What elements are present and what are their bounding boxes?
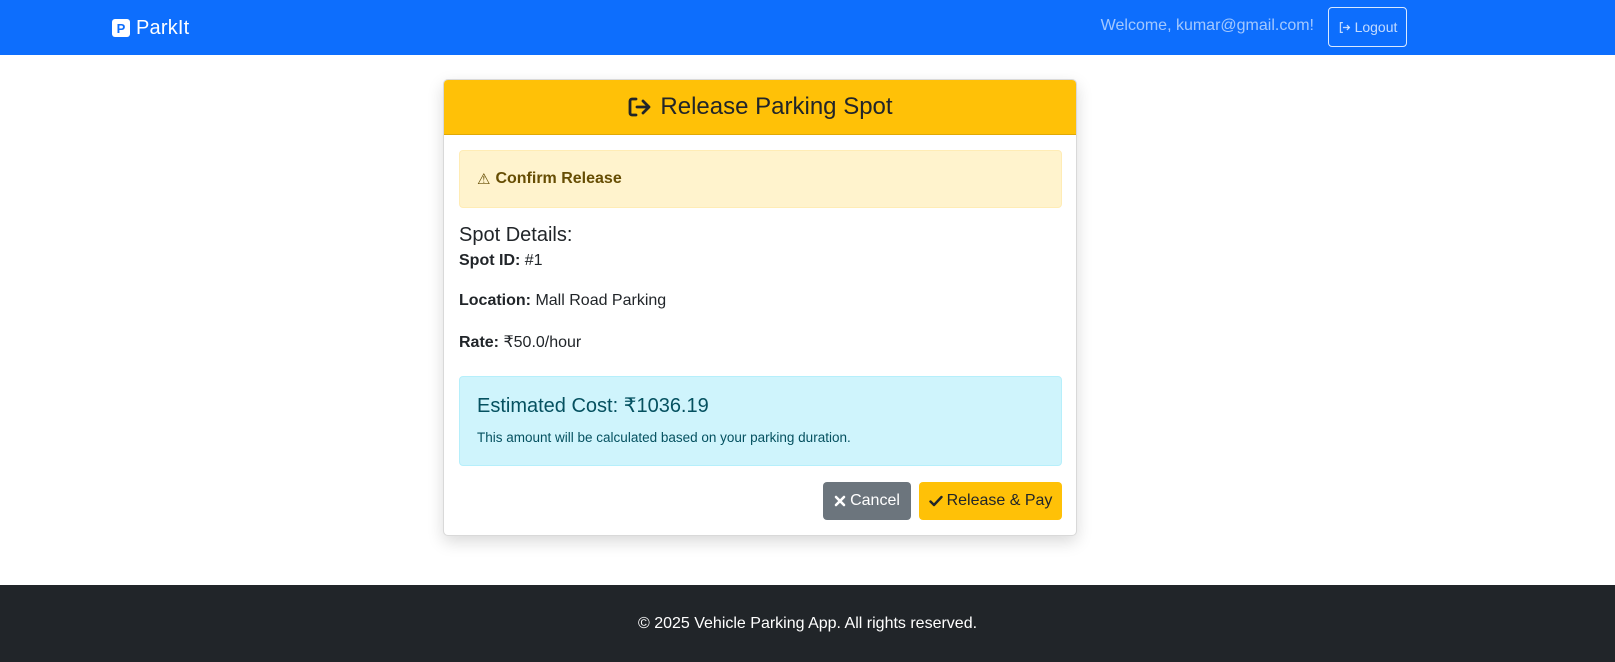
card-title: Release Parking Spot bbox=[660, 93, 893, 120]
cancel-label: Cancel bbox=[850, 492, 900, 509]
cost-note: This amount will be calculated based on … bbox=[477, 430, 851, 445]
release-pay-button[interactable]: Release & Pay bbox=[919, 482, 1062, 520]
confirm-alert-title: Confirm Release bbox=[495, 170, 622, 187]
sign-out-icon bbox=[627, 96, 652, 118]
warning-triangle-icon: ⚠ bbox=[477, 171, 491, 188]
rate-row: Rate: ₹50.0/hour bbox=[459, 332, 581, 352]
welcome-text: Welcome, kumar@gmail.com! bbox=[1100, 17, 1314, 34]
close-icon bbox=[834, 495, 846, 507]
spot-id-value: #1 bbox=[524, 252, 543, 269]
release-pay-label: Release & Pay bbox=[946, 492, 1053, 509]
spot-id-label: Spot ID: bbox=[459, 252, 521, 269]
estimated-cost: Estimated Cost: ₹1036.19 bbox=[477, 395, 709, 417]
logout-button[interactable]: Logout bbox=[1328, 7, 1407, 47]
brand-link[interactable]: P ParkIt bbox=[112, 15, 189, 41]
confirm-alert: ⚠ Confirm Release bbox=[459, 150, 1062, 208]
card-header: Release Parking Spot bbox=[444, 80, 1076, 135]
location-value: Mall Road Parking bbox=[535, 292, 667, 309]
logout-label: Logout bbox=[1354, 19, 1398, 35]
rate-label: Rate: bbox=[459, 334, 500, 351]
footer-text: © 2025 Vehicle Parking App. All rights r… bbox=[637, 614, 978, 632]
location-label: Location: bbox=[459, 292, 531, 309]
rate-value: ₹50.0/hour bbox=[503, 334, 582, 351]
navbar: P ParkIt Welcome, kumar@gmail.com! Logou… bbox=[0, 0, 1615, 55]
release-card: Release Parking Spot ⚠ Confirm Release S… bbox=[443, 79, 1077, 536]
check-icon bbox=[928, 495, 943, 507]
sign-out-icon bbox=[1338, 21, 1351, 34]
estimated-cost-alert: Estimated Cost: ₹1036.19 This amount wil… bbox=[459, 376, 1062, 466]
footer: © 2025 Vehicle Parking App. All rights r… bbox=[0, 585, 1615, 662]
brand-name: ParkIt bbox=[136, 16, 190, 39]
spot-id-row: Spot ID: #1 bbox=[459, 252, 543, 270]
cancel-button[interactable]: Cancel bbox=[823, 482, 911, 520]
location-row: Location: Mall Road Parking bbox=[459, 292, 666, 310]
parking-icon: P bbox=[112, 19, 130, 37]
spot-details-heading: Spot Details: bbox=[459, 224, 573, 246]
